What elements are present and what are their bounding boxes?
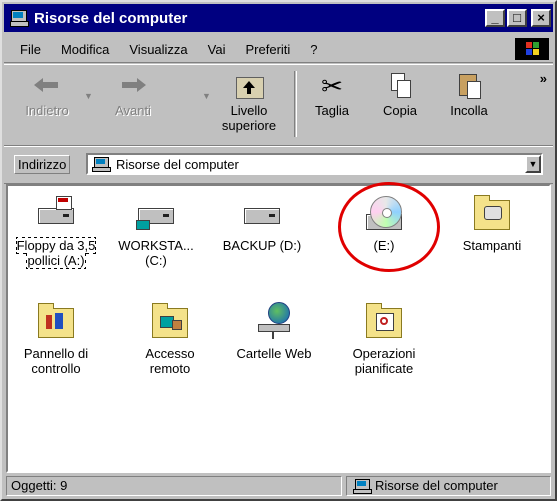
paste-button[interactable]: Incolla xyxy=(436,71,502,141)
scissors-icon: ✂ xyxy=(321,71,343,101)
toolbar: Indietro ▼ Avanti ▼ Livello superiore ✂ … xyxy=(4,64,553,146)
item-label-line2: (C:) xyxy=(145,253,167,268)
menu-file[interactable]: File xyxy=(4,42,51,57)
cut-label: Taglia xyxy=(315,103,349,118)
status-location: Risorse del computer xyxy=(346,476,551,496)
item-label-line1: Floppy da 3,5 xyxy=(16,238,96,253)
toolbar-separator xyxy=(294,71,297,137)
item-label-line1: BACKUP (D:) xyxy=(222,238,302,253)
copy-button[interactable]: Copia xyxy=(370,71,430,141)
forward-arrow-icon xyxy=(118,71,148,101)
file-view: Floppy da 3,5 pollici (A:) WORKSTA... (C:)… xyxy=(6,182,551,473)
item-floppy[interactable]: Floppy da 3,5 pollici (A:) xyxy=(12,196,100,269)
folder-up-icon xyxy=(234,71,264,101)
copy-icon xyxy=(385,71,415,101)
forward-label: Avanti xyxy=(115,103,151,118)
computer-icon xyxy=(353,479,372,494)
address-bar: Indirizzo Risorse del computer ▼ xyxy=(4,146,553,184)
back-dropdown-icon[interactable]: ▼ xyxy=(84,91,93,101)
forward-dropdown-icon[interactable]: ▼ xyxy=(202,91,211,101)
toolbar-more-button[interactable]: » xyxy=(540,71,547,86)
scheduled-tasks-folder-icon xyxy=(364,303,404,340)
item-label-line2: pollici (A:) xyxy=(27,253,85,268)
menu-vai[interactable]: Vai xyxy=(198,42,236,57)
computer-icon xyxy=(92,157,111,172)
printers-folder-icon xyxy=(472,195,512,232)
copy-label: Copia xyxy=(383,103,417,118)
hard-drive-icon xyxy=(242,196,282,232)
floppy-drive-icon xyxy=(36,196,76,232)
forward-button[interactable]: Avanti xyxy=(98,71,168,141)
windows-logo-icon xyxy=(515,38,549,60)
explorer-window: Risorse del computer _ □ × File Modifica… xyxy=(0,0,557,501)
address-label: Indirizzo xyxy=(14,155,71,174)
menu-bar: File Modifica Visualizza Vai Preferiti ? xyxy=(4,36,553,63)
menu-preferiti[interactable]: Preferiti xyxy=(236,42,301,57)
item-label-line2: controllo xyxy=(31,361,81,376)
back-arrow-icon xyxy=(32,71,62,101)
address-dropdown-button[interactable]: ▼ xyxy=(525,155,541,173)
menu-help[interactable]: ? xyxy=(300,42,327,57)
item-control-panel[interactable]: Pannello di controllo xyxy=(12,303,100,376)
cd-drive-icon xyxy=(364,196,404,232)
menu-visualizza[interactable]: Visualizza xyxy=(119,42,197,57)
item-label-line1: (E:) xyxy=(373,238,395,253)
status-location-label: Risorse del computer xyxy=(375,478,498,493)
up-label-line1: Livello xyxy=(230,103,268,118)
web-folders-icon xyxy=(254,302,294,340)
remote-access-folder-icon xyxy=(150,303,190,340)
address-value: Risorse del computer xyxy=(116,157,239,172)
item-label-line1: WORKSTA... xyxy=(118,238,194,253)
item-label-line1: Stampanti xyxy=(462,238,522,253)
item-label-line1: Operazioni xyxy=(352,346,416,361)
back-button[interactable]: Indietro xyxy=(12,71,82,141)
window-title: Risorse del computer xyxy=(34,9,188,27)
paste-label: Incolla xyxy=(450,103,488,118)
minimize-button[interactable]: _ xyxy=(485,9,505,27)
cut-button[interactable]: ✂ Taglia xyxy=(302,71,362,141)
item-remote-access[interactable]: Accesso remoto xyxy=(126,303,214,376)
up-label-line2: superiore xyxy=(221,118,277,133)
item-label-line1: Cartelle Web xyxy=(236,346,312,361)
item-label-line2: pianificate xyxy=(354,361,414,376)
close-button[interactable]: × xyxy=(531,9,551,27)
item-label-line1: Pannello di xyxy=(23,346,89,361)
item-cd-drive-e[interactable]: (E:) xyxy=(340,196,428,253)
item-web-folders[interactable]: Cartelle Web xyxy=(230,302,318,361)
item-scheduled-tasks[interactable]: Operazioni pianificate xyxy=(340,303,428,376)
paste-icon xyxy=(454,71,484,101)
network-drive-icon xyxy=(136,196,176,232)
status-bar: Oggetti: 9 Risorse del computer xyxy=(4,475,553,497)
title-bar[interactable]: Risorse del computer _ □ × xyxy=(4,4,553,32)
item-drive-d[interactable]: BACKUP (D:) xyxy=(218,196,306,253)
address-input[interactable]: Risorse del computer ▼ xyxy=(86,153,543,175)
control-panel-folder-icon xyxy=(36,303,76,340)
menu-modifica[interactable]: Modifica xyxy=(51,42,119,57)
computer-icon xyxy=(10,10,29,27)
item-drive-c[interactable]: WORKSTA... (C:) xyxy=(112,196,200,268)
item-label-line1: Accesso xyxy=(145,346,195,361)
up-button[interactable]: Livello superiore xyxy=(212,71,286,141)
status-object-count: Oggetti: 9 xyxy=(6,476,342,496)
item-printers[interactable]: Stampanti xyxy=(448,195,536,253)
item-label-line2: remoto xyxy=(149,361,191,376)
maximize-button[interactable]: □ xyxy=(507,9,527,27)
back-label: Indietro xyxy=(25,103,69,118)
